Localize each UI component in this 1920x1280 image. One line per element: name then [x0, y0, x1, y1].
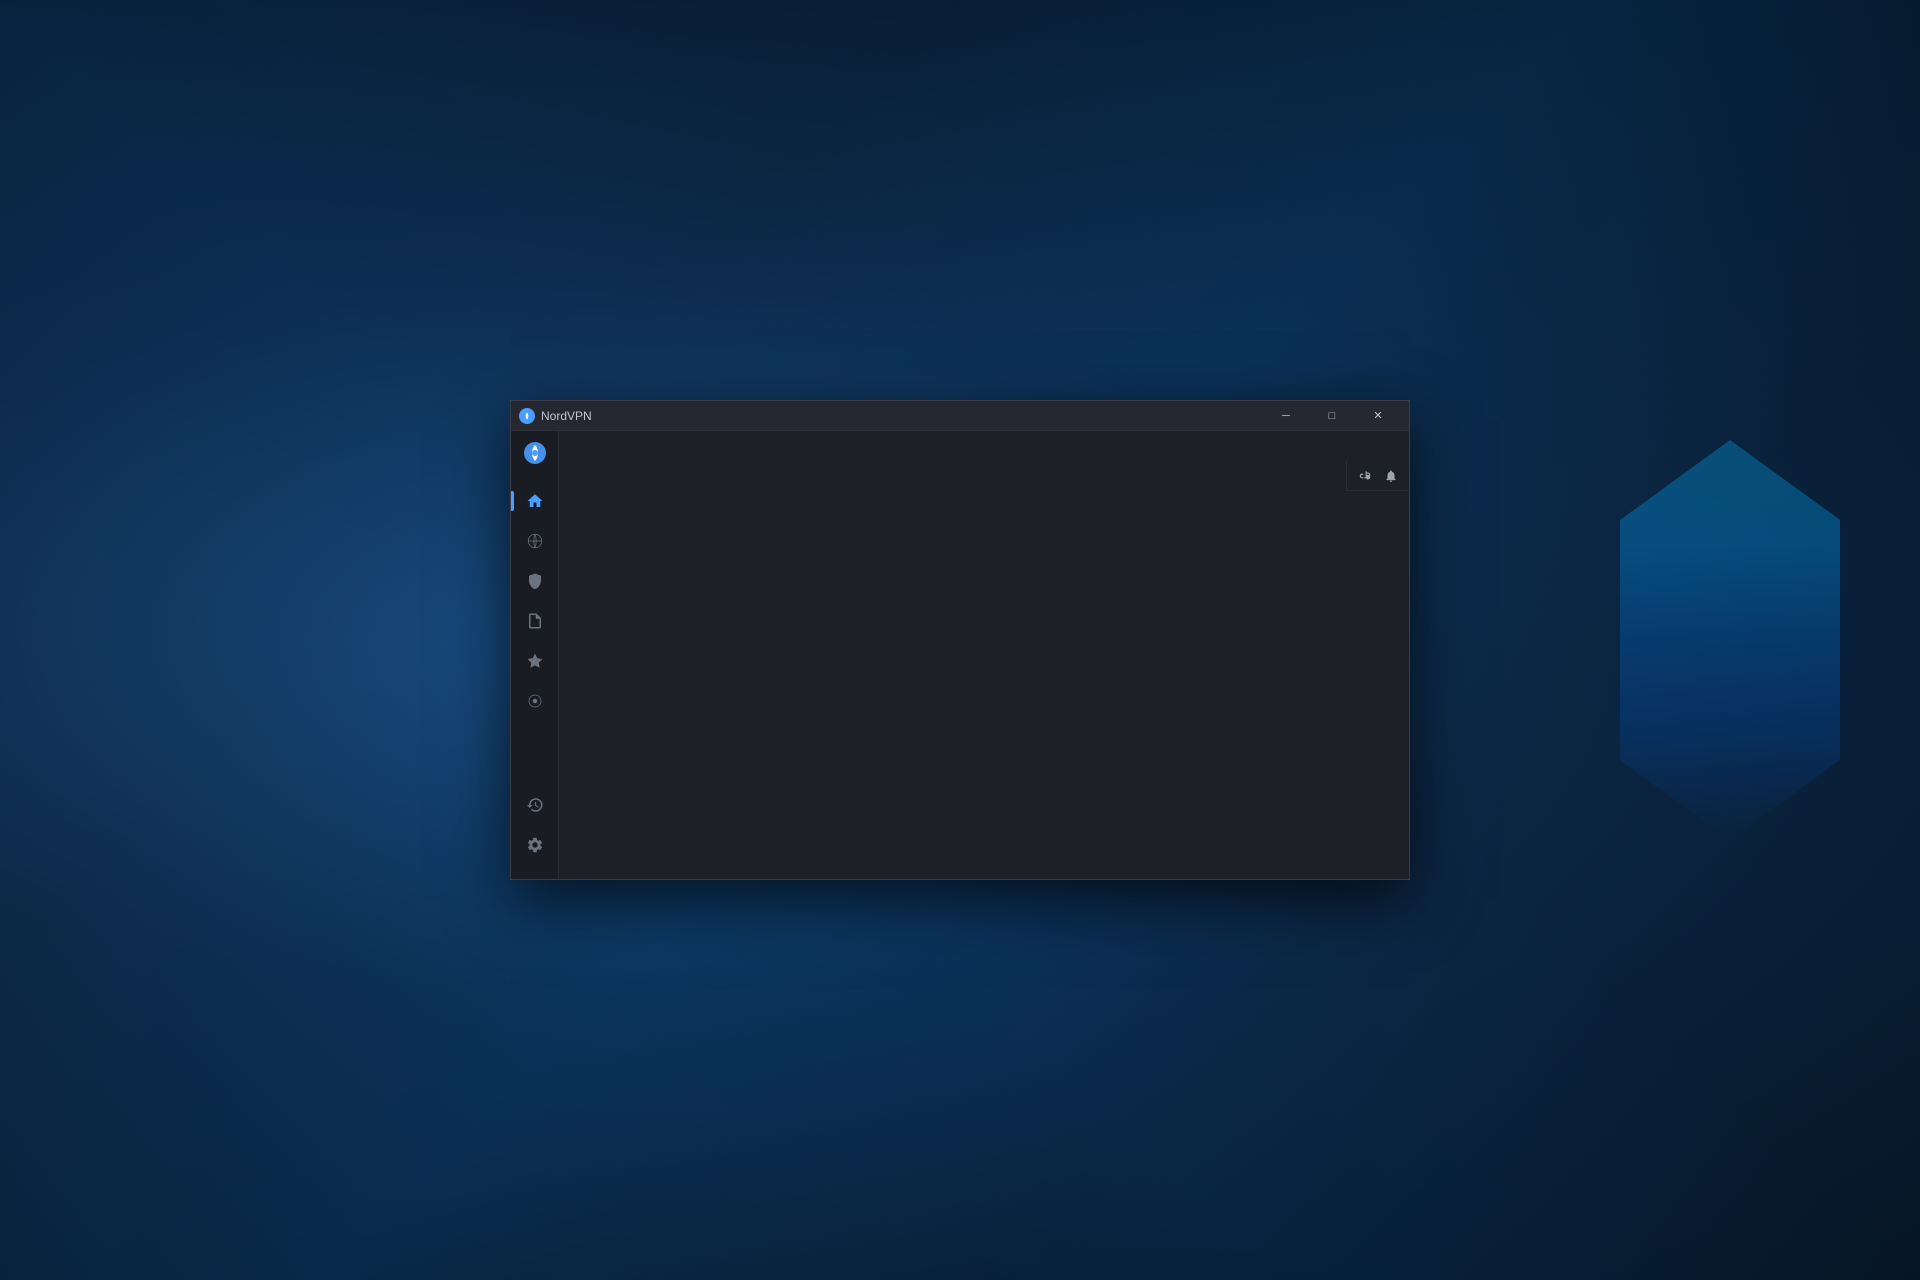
sidebar-item-files[interactable] [517, 603, 553, 639]
toolbar-right [1346, 461, 1409, 491]
window-controls: ─ □ ✕ [1263, 401, 1401, 431]
share-button[interactable] [1353, 465, 1377, 487]
notifications-button[interactable] [1379, 465, 1403, 487]
sidebar-item-settings[interactable] [517, 827, 553, 863]
close-button[interactable]: ✕ [1355, 401, 1401, 431]
sidebar-item-globe[interactable] [517, 523, 553, 559]
sidebar-bottom [517, 787, 553, 871]
minimize-button[interactable]: ─ [1263, 401, 1309, 431]
sidebar-nav [517, 483, 553, 787]
sidebar-item-star[interactable] [517, 643, 553, 679]
app-window: NordVPN ─ □ ✕ [510, 400, 1410, 880]
title-bar: NordVPN ─ □ ✕ [511, 401, 1409, 431]
sidebar-item-history[interactable] [517, 787, 553, 823]
sidebar-item-shield[interactable] [517, 563, 553, 599]
sidebar [511, 431, 559, 879]
maximize-button[interactable]: □ [1309, 401, 1355, 431]
app-icon [519, 408, 535, 424]
sidebar-item-home[interactable] [517, 483, 553, 519]
sidebar-logo [521, 439, 549, 467]
content-area: 3 16 50 15 6 [559, 431, 1409, 879]
main-content: 3 16 50 15 6 [511, 431, 1409, 879]
sidebar-item-special[interactable] [517, 683, 553, 719]
window-title: NordVPN [541, 409, 1263, 423]
